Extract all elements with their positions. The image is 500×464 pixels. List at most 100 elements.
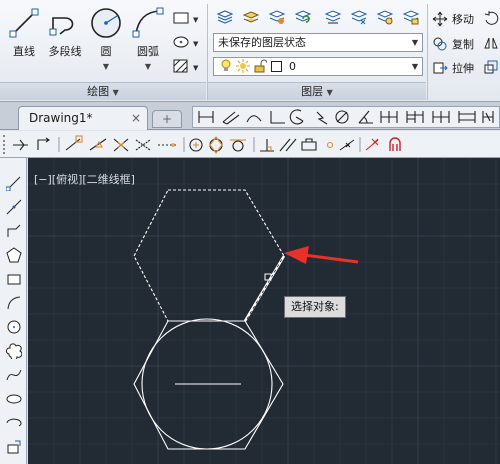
line-label: 直线	[13, 45, 35, 58]
circle-label: 圆 ▼	[100, 45, 112, 71]
viewport-label[interactable]: [−][俯视][二维线框]	[34, 171, 135, 187]
insert-block-icon	[7, 440, 20, 453]
perpendicular-icon	[260, 139, 274, 152]
endpoint-icon	[65, 138, 81, 151]
red-arrow-annotation	[284, 246, 359, 264]
close-icon[interactable]: ×	[131, 107, 141, 129]
current-layer-dropdown[interactable]: 0 ▼	[213, 57, 423, 76]
polyline-button[interactable]: 多段线	[44, 6, 86, 68]
stretch-button[interactable]: 拉伸	[432, 58, 474, 78]
temp-track-icon	[13, 139, 28, 151]
layer-match-button[interactable]	[266, 7, 288, 27]
hatch-button[interactable]: ▼	[170, 56, 202, 76]
draw-ellipse-arc-button[interactable]	[3, 412, 24, 433]
mirror-icon	[484, 37, 498, 49]
layer-freeze-icon	[350, 10, 368, 25]
layer-properties-icon	[216, 10, 234, 24]
draw-ellipse-button[interactable]	[3, 388, 24, 409]
layer-lock-button[interactable]	[400, 7, 422, 27]
undo-layer-icon	[294, 10, 312, 23]
parallel-icon	[279, 138, 297, 152]
sun-icon[interactable]	[235, 59, 250, 73]
osnap-settings-icon	[389, 137, 401, 151]
construction-line-icon	[6, 199, 21, 214]
svg-text:▼: ▼	[193, 16, 199, 24]
layer-freeze-button[interactable]	[348, 7, 370, 27]
polyline-icon	[49, 17, 74, 36]
linear-dim-icon	[198, 111, 214, 123]
spline-icon	[6, 369, 21, 380]
rectangle-button[interactable]: ▼	[170, 8, 202, 28]
hatch-icon: ▼	[173, 59, 199, 73]
draw-spline-button[interactable]	[3, 364, 24, 385]
arc-button[interactable]: 圆弧 ▼	[128, 6, 168, 71]
object-snap-toolbar	[0, 131, 500, 158]
nearest-icon	[339, 139, 355, 151]
panel-separator	[427, 4, 428, 100]
stretch-icon	[433, 62, 448, 74]
layer-state-value: 未保存的图层状态	[218, 36, 306, 49]
command-tooltip: 选择对象:	[284, 296, 346, 318]
revision-cloud-icon	[5, 342, 22, 359]
copy-label: 复制	[452, 38, 474, 51]
polygon-icon	[5, 246, 22, 262]
polyline-label: 多段线	[48, 45, 82, 58]
apparent-intersection-icon	[135, 139, 151, 151]
layer-lock-icon	[402, 10, 420, 25]
tab-drawing1[interactable]: Drawing1* ×	[18, 106, 148, 130]
lightbulb-icon[interactable]	[220, 59, 232, 73]
draw-arc-button[interactable]	[3, 292, 24, 313]
layer-state-dropdown[interactable]: 未保存的图层状态 ▼	[213, 33, 423, 52]
arc-icon	[132, 7, 164, 38]
arc-dropdown-icon[interactable]: ▼	[145, 62, 151, 71]
layer-off-button[interactable]	[374, 7, 396, 27]
line-button[interactable]: 直线	[4, 6, 44, 68]
chevron-down-icon: ▼	[411, 38, 418, 47]
circle-button[interactable]: 圆 ▼	[86, 6, 126, 71]
ellipse-icon: ▼	[173, 36, 199, 48]
copy-button[interactable]: 复制	[432, 34, 474, 54]
insert-block-button[interactable]	[3, 436, 24, 457]
ellipse-button[interactable]: ▼	[170, 32, 202, 52]
ribbon: 直线 多段线 圆 ▼ 圆弧 ▼ ▼ ▼ ▼ 绘图 ▼ 未保存的图层状态 ▼ 0 …	[0, 0, 500, 102]
move-button[interactable]: 移动	[432, 9, 474, 29]
snap-from-icon	[37, 137, 50, 150]
draw-panel-title[interactable]: 绘图 ▼	[0, 82, 206, 100]
layers-panel-title[interactable]: 图层 ▼	[208, 82, 426, 100]
rotate-button[interactable]	[480, 8, 500, 28]
draw-polygon-button[interactable]	[3, 244, 24, 265]
draw-panel-title-text: 绘图	[87, 85, 110, 98]
dimension-toolbar	[192, 106, 500, 128]
scale-button[interactable]	[480, 57, 500, 77]
layer-previous-button[interactable]	[292, 7, 314, 27]
ordinate-icon	[270, 111, 285, 124]
scale-icon	[484, 60, 498, 74]
ellipse-icon	[6, 394, 21, 403]
mirror-button[interactable]	[480, 33, 500, 53]
draw-circle-button[interactable]	[3, 316, 24, 337]
quick-dim-icon	[380, 111, 398, 123]
layer-isolate-button[interactable]	[322, 7, 344, 27]
drawing-canvas[interactable]: [−][俯视][二维线框] 选择对象:	[28, 158, 500, 464]
draw-revcloud-button[interactable]	[3, 340, 24, 361]
draw-construction-line-button[interactable]	[3, 196, 24, 217]
draw-line-button[interactable]	[3, 172, 24, 193]
tab-label: Drawing1*	[29, 111, 93, 125]
circle-icon	[7, 320, 20, 333]
radius-icon	[289, 109, 304, 125]
tangent-icon	[232, 140, 244, 152]
move-icon	[432, 11, 448, 27]
layer-color-swatch	[270, 61, 282, 72]
line-icon	[9, 8, 39, 38]
layer-state-button[interactable]	[240, 7, 262, 27]
current-layer-name: 0	[289, 60, 296, 73]
node-icon	[326, 141, 334, 149]
toolbar-grip[interactable]	[3, 135, 7, 154]
layer-properties-button[interactable]	[214, 7, 236, 27]
unlock-icon[interactable]	[253, 59, 268, 73]
new-tab-button[interactable]: +	[152, 110, 182, 128]
circle-icon	[91, 8, 121, 38]
circle-dropdown-icon[interactable]: ▼	[103, 62, 109, 71]
draw-polyline-button[interactable]	[3, 220, 24, 241]
draw-rectangle-button[interactable]	[3, 268, 24, 289]
